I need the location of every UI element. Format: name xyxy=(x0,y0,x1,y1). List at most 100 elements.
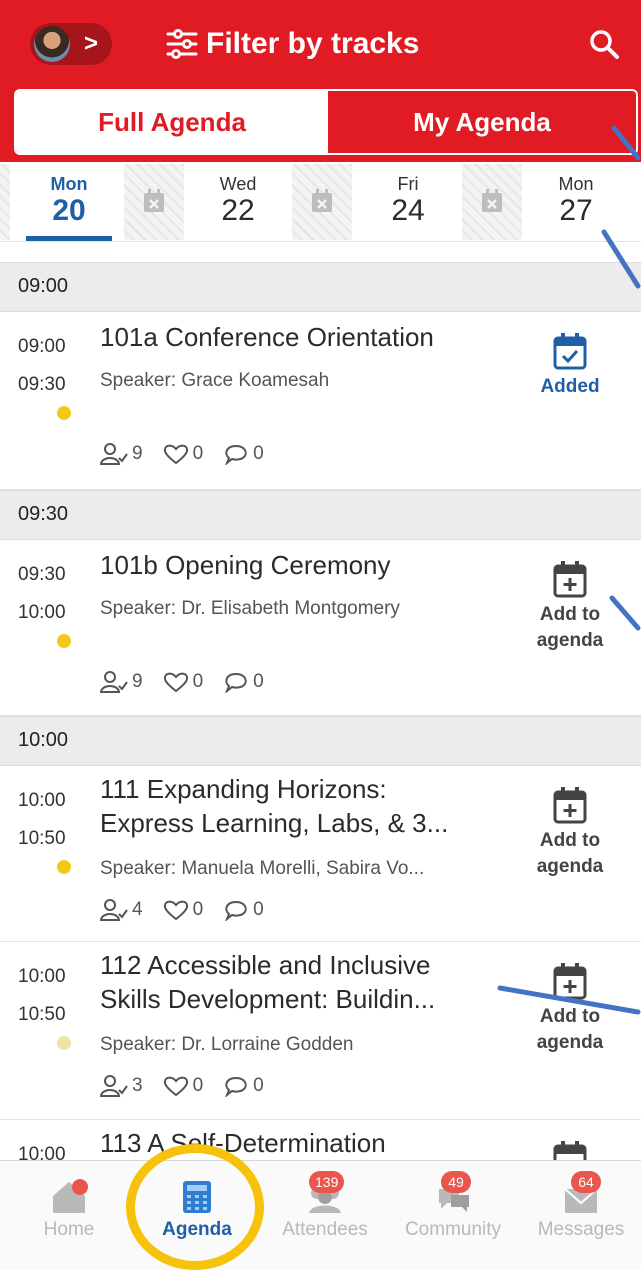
session-card[interactable]: 10:00 10:50 112 Accessible and Inclusive… xyxy=(0,942,641,1120)
chevron-right-icon: > xyxy=(84,30,99,57)
session-stats: 4 0 0 xyxy=(100,898,284,922)
like-count-value: 0 xyxy=(192,443,204,464)
filter-by-tracks-button[interactable]: Filter by tracks xyxy=(166,24,419,64)
date-dow: Fri xyxy=(397,174,419,194)
date-number: 20 xyxy=(52,194,86,227)
page-title: Filter by tracks xyxy=(206,27,420,60)
calendar-plus-icon xyxy=(553,1141,587,1160)
session-card[interactable]: 10:00 113 A Self-Determination xyxy=(0,1120,641,1160)
date-number: 22 xyxy=(221,194,255,227)
comment-count[interactable]: 0 xyxy=(223,443,264,465)
session-title: 112 Accessible and Inclusive Skills Deve… xyxy=(100,948,500,1016)
add-to-agenda-button[interactable]: Add to agenda xyxy=(520,560,620,654)
calendar-plus-icon xyxy=(553,561,587,598)
like-count-value: 0 xyxy=(192,899,204,920)
active-date-indicator xyxy=(26,236,112,241)
track-color-dot xyxy=(57,860,71,874)
session-speaker: Speaker: Dr. Lorraine Godden xyxy=(100,1034,354,1055)
agenda-list[interactable]: 09:00 09:00 09:30 101a Conference Orient… xyxy=(0,242,641,1160)
nav-label: Messages xyxy=(537,1219,625,1240)
action-label-line2: agenda xyxy=(536,630,604,651)
add-to-agenda-button[interactable] xyxy=(520,1140,620,1160)
heart-icon xyxy=(163,900,188,921)
nav-label: Attendees xyxy=(282,1219,368,1240)
calendar-x-icon xyxy=(482,189,502,212)
comment-count[interactable]: 0 xyxy=(223,671,264,693)
attendee-count: 3 xyxy=(100,1074,143,1098)
action-label-line2: agenda xyxy=(536,1032,604,1053)
action-label-line1: Add to xyxy=(539,604,601,625)
attendee-count-value: 9 xyxy=(132,443,143,464)
time-slot-header: 09:00 xyxy=(0,262,641,312)
track-color-dot xyxy=(57,406,71,420)
calendar-x-icon xyxy=(144,189,164,212)
attendee-count: 9 xyxy=(100,670,143,694)
action-label: Added xyxy=(540,376,600,397)
date-number: 24 xyxy=(391,194,425,227)
attendee-count: 4 xyxy=(100,898,143,922)
time-slot-label: 09:30 xyxy=(18,503,69,525)
session-end-time: 10:50 xyxy=(18,1004,66,1025)
session-title-line: 112 Accessible and Inclusive xyxy=(100,950,431,980)
add-to-agenda-button[interactable]: Add to agenda xyxy=(520,786,620,880)
session-card[interactable]: 09:00 09:30 101a Conference Orientation … xyxy=(0,312,641,490)
session-title-line: Skills Development: Buildin... xyxy=(100,984,436,1014)
comment-count-value: 0 xyxy=(253,899,264,920)
date-fri-24[interactable]: Fri 24 xyxy=(366,162,450,242)
nav-home[interactable]: Home xyxy=(5,1161,133,1270)
added-to-agenda-button[interactable]: Added xyxy=(520,332,620,400)
chat-bubble-icon xyxy=(225,672,247,693)
session-title: 101a Conference Orientation xyxy=(100,322,434,352)
nav-attendees[interactable]: 139 Attendees xyxy=(261,1161,389,1270)
session-start-time: 09:00 xyxy=(18,336,66,357)
bottom-navigation: Home Agenda 139 Attendees 49 Community 6… xyxy=(0,1160,641,1270)
date-selector: Mon 20 Wed 22 Fri 24 Mon 27 xyxy=(0,162,641,242)
people-icon xyxy=(100,671,128,693)
date-dow: Wed xyxy=(219,174,257,194)
attendee-count-value: 3 xyxy=(132,1075,143,1096)
nav-community[interactable]: 49 Community xyxy=(389,1161,517,1270)
session-card[interactable]: 09:30 10:00 101b Opening Ceremony Speake… xyxy=(0,540,641,716)
chat-bubble-icon xyxy=(225,1076,247,1097)
time-slot-header: 09:30 xyxy=(0,490,641,540)
date-dow: Mon xyxy=(50,174,88,194)
people-icon xyxy=(100,899,128,921)
comment-count[interactable]: 0 xyxy=(223,899,264,921)
session-stats: 9 0 0 xyxy=(100,670,284,694)
messages-badge: 64 xyxy=(571,1171,601,1193)
session-card[interactable]: 10:00 10:50 111 Expanding Horizons: Expr… xyxy=(0,766,641,942)
like-count[interactable]: 0 xyxy=(163,671,203,693)
session-stats: 9 0 0 xyxy=(100,442,284,466)
action-label-line2: agenda xyxy=(536,856,604,877)
date-wed-22[interactable]: Wed 22 xyxy=(196,162,280,242)
no-sessions-day xyxy=(462,164,522,240)
comment-count[interactable]: 0 xyxy=(223,1075,264,1097)
attendees-badge: 139 xyxy=(309,1171,345,1193)
session-start-time: 09:30 xyxy=(18,564,66,585)
date-mon-20[interactable]: Mon 20 xyxy=(26,162,112,242)
like-count[interactable]: 0 xyxy=(163,443,204,465)
chat-bubble-icon xyxy=(225,900,247,921)
tab-my-agenda[interactable]: My Agenda xyxy=(328,91,636,153)
attendee-count-value: 4 xyxy=(132,899,143,920)
date-mon-27[interactable]: Mon 27 xyxy=(534,162,618,242)
session-title: 101b Opening Ceremony xyxy=(100,550,391,580)
search-icon[interactable] xyxy=(589,29,619,59)
comment-count-value: 0 xyxy=(253,443,264,464)
session-title: 111 Expanding Horizons: Express Learning… xyxy=(100,772,500,840)
session-start-time: 10:00 xyxy=(18,966,66,987)
time-slot-label: 09:00 xyxy=(18,275,69,297)
add-to-agenda-button[interactable]: Add to agenda xyxy=(520,962,620,1056)
track-color-dot xyxy=(57,634,71,648)
tab-full-agenda[interactable]: Full Agenda xyxy=(16,91,328,153)
avatar xyxy=(34,26,70,62)
time-slot-label: 10:00 xyxy=(18,729,69,751)
like-count[interactable]: 0 xyxy=(163,1075,203,1097)
session-start-time: 10:00 xyxy=(18,790,66,811)
session-speaker: Speaker: Manuela Morelli, Sabira Vo... xyxy=(100,858,425,879)
like-count[interactable]: 0 xyxy=(163,899,204,921)
session-title-line: 111 Expanding Horizons: xyxy=(100,774,387,804)
profile-menu-button[interactable]: > xyxy=(30,23,112,65)
track-color-dot xyxy=(57,1036,71,1050)
nav-messages[interactable]: 64 Messages xyxy=(517,1161,641,1270)
